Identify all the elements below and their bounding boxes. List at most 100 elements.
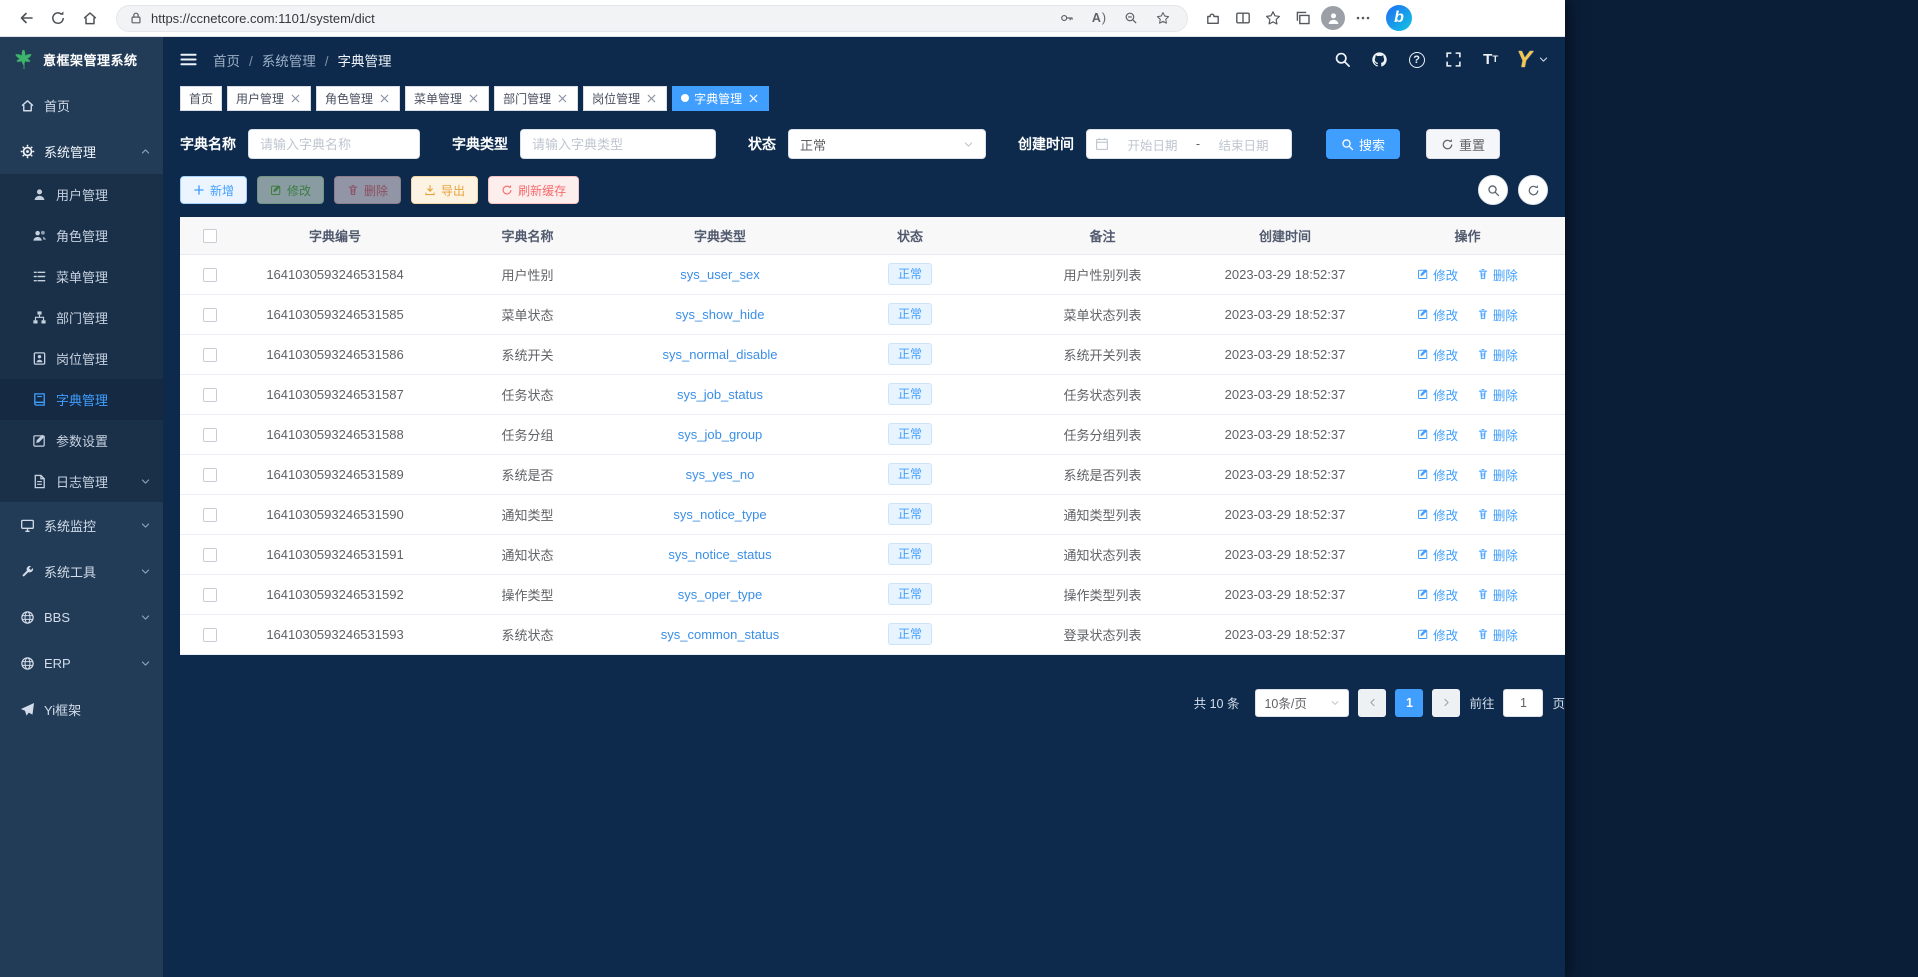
row-edit-link[interactable]: 修改	[1417, 585, 1458, 604]
page-size-select[interactable]: 10条/页	[1255, 689, 1349, 717]
row-delete-link[interactable]: 删除	[1477, 625, 1518, 644]
extensions-button[interactable]	[1198, 4, 1228, 33]
sidebar-item-system-monitor[interactable]: 系统监控	[0, 502, 163, 548]
dict-type-input[interactable]	[520, 129, 716, 159]
header-search-button[interactable]	[1332, 49, 1354, 71]
sidebar-item-menu-management[interactable]: 菜单管理	[0, 256, 163, 297]
row-checkbox[interactable]	[203, 588, 217, 602]
row-edit-link[interactable]: 修改	[1417, 265, 1458, 284]
row-edit-link[interactable]: 修改	[1417, 505, 1458, 524]
row-checkbox[interactable]	[203, 468, 217, 482]
row-delete-link[interactable]: 删除	[1477, 385, 1518, 404]
edit-button[interactable]: 修改	[257, 176, 324, 204]
tab-home[interactable]: 首页	[180, 86, 222, 111]
zoom-button[interactable]	[1119, 7, 1143, 29]
breadcrumb-system[interactable]: 系统管理	[262, 50, 338, 70]
row-checkbox[interactable]	[203, 548, 217, 562]
row-checkbox[interactable]	[203, 628, 217, 642]
home-button[interactable]	[74, 4, 106, 33]
dict-type-link[interactable]: sys_job_group	[678, 427, 763, 442]
row-delete-link[interactable]: 删除	[1477, 265, 1518, 284]
status-select[interactable]: 正常	[788, 129, 986, 159]
fullscreen-button[interactable]	[1443, 49, 1465, 71]
sidebar-item-role-management[interactable]: 角色管理	[0, 215, 163, 256]
close-icon[interactable]	[645, 92, 658, 105]
row-checkbox[interactable]	[203, 508, 217, 522]
dict-type-link[interactable]: sys_job_status	[677, 387, 763, 402]
goto-page-input[interactable]	[1503, 689, 1543, 717]
url-text[interactable]: https://ccnetcore.com:1101/system/dict	[151, 11, 1047, 26]
favorites-button[interactable]	[1258, 4, 1288, 33]
row-checkbox[interactable]	[203, 348, 217, 362]
sidebar-item-log-management[interactable]: 日志管理	[0, 461, 163, 502]
sidebar-item-home[interactable]: 首页	[0, 82, 163, 128]
dict-type-link[interactable]: sys_notice_type	[673, 507, 766, 522]
add-favorite-button[interactable]	[1151, 7, 1175, 29]
dict-type-link[interactable]: sys_user_sex	[680, 267, 759, 282]
tab-dict-management[interactable]: 字典管理	[672, 86, 769, 111]
close-icon[interactable]	[556, 92, 569, 105]
sidebar-item-system-tools[interactable]: 系统工具	[0, 548, 163, 594]
user-avatar-menu[interactable]: Y	[1517, 45, 1549, 75]
sidebar-item-param-settings[interactable]: 参数设置	[0, 420, 163, 461]
row-checkbox[interactable]	[203, 268, 217, 282]
close-icon[interactable]	[467, 92, 480, 105]
refresh-table-button[interactable]	[1518, 175, 1548, 205]
row-delete-link[interactable]: 删除	[1477, 465, 1518, 484]
next-page-button[interactable]	[1432, 689, 1460, 717]
date-range-picker[interactable]: 开始日期 - 结束日期	[1086, 129, 1292, 159]
read-aloud-button[interactable]: A	[1087, 7, 1111, 29]
sidebar-item-post-management[interactable]: 岗位管理	[0, 338, 163, 379]
back-button[interactable]	[10, 4, 42, 33]
dict-type-link[interactable]: sys_show_hide	[676, 307, 765, 322]
help-button[interactable]: ?	[1406, 49, 1428, 71]
font-size-button[interactable]: TT	[1480, 49, 1502, 71]
reset-button[interactable]: 重置	[1426, 129, 1500, 159]
profile-button[interactable]	[1318, 4, 1348, 33]
add-button[interactable]: 新增	[180, 176, 247, 204]
row-delete-link[interactable]: 删除	[1477, 305, 1518, 324]
row-delete-link[interactable]: 删除	[1477, 505, 1518, 524]
current-page-button[interactable]: 1	[1395, 689, 1423, 717]
row-edit-link[interactable]: 修改	[1417, 345, 1458, 364]
row-delete-link[interactable]: 删除	[1477, 545, 1518, 564]
delete-button[interactable]: 删除	[334, 176, 401, 204]
row-checkbox[interactable]	[203, 308, 217, 322]
password-key-button[interactable]	[1055, 7, 1079, 29]
close-icon[interactable]	[747, 92, 760, 105]
dict-type-link[interactable]: sys_common_status	[661, 627, 780, 642]
row-delete-link[interactable]: 删除	[1477, 345, 1518, 364]
browser-menu-button[interactable]	[1348, 4, 1378, 33]
sidebar-item-yi-framework[interactable]: Yi框架	[0, 686, 163, 732]
row-edit-link[interactable]: 修改	[1417, 545, 1458, 564]
split-screen-button[interactable]	[1228, 4, 1258, 33]
row-edit-link[interactable]: 修改	[1417, 465, 1458, 484]
dict-type-link[interactable]: sys_yes_no	[686, 467, 755, 482]
refresh-button[interactable]	[42, 4, 74, 33]
dict-type-link[interactable]: sys_normal_disable	[663, 347, 778, 362]
sidebar-item-dept-management[interactable]: 部门管理	[0, 297, 163, 338]
search-button[interactable]: 搜索	[1326, 129, 1400, 159]
row-edit-link[interactable]: 修改	[1417, 305, 1458, 324]
close-icon[interactable]	[378, 92, 391, 105]
tab-menu-management[interactable]: 菜单管理	[405, 86, 489, 111]
row-delete-link[interactable]: 删除	[1477, 425, 1518, 444]
row-edit-link[interactable]: 修改	[1417, 625, 1458, 644]
close-icon[interactable]	[289, 92, 302, 105]
toggle-search-button[interactable]	[1478, 175, 1508, 205]
row-checkbox[interactable]	[203, 428, 217, 442]
tab-role-management[interactable]: 角色管理	[316, 86, 400, 111]
sidebar-item-user-management[interactable]: 用户管理	[0, 174, 163, 215]
bing-copilot-button[interactable]: b	[1386, 5, 1412, 31]
github-button[interactable]	[1369, 49, 1391, 71]
row-edit-link[interactable]: 修改	[1417, 385, 1458, 404]
row-edit-link[interactable]: 修改	[1417, 425, 1458, 444]
row-delete-link[interactable]: 删除	[1477, 585, 1518, 604]
dict-name-input[interactable]	[248, 129, 420, 159]
tab-post-management[interactable]: 岗位管理	[583, 86, 667, 111]
refresh-cache-button[interactable]: 刷新缓存	[488, 176, 579, 204]
breadcrumb-home[interactable]: 首页	[213, 50, 262, 70]
prev-page-button[interactable]	[1358, 689, 1386, 717]
row-checkbox[interactable]	[203, 388, 217, 402]
sidebar-item-bbs[interactable]: BBS	[0, 594, 163, 640]
